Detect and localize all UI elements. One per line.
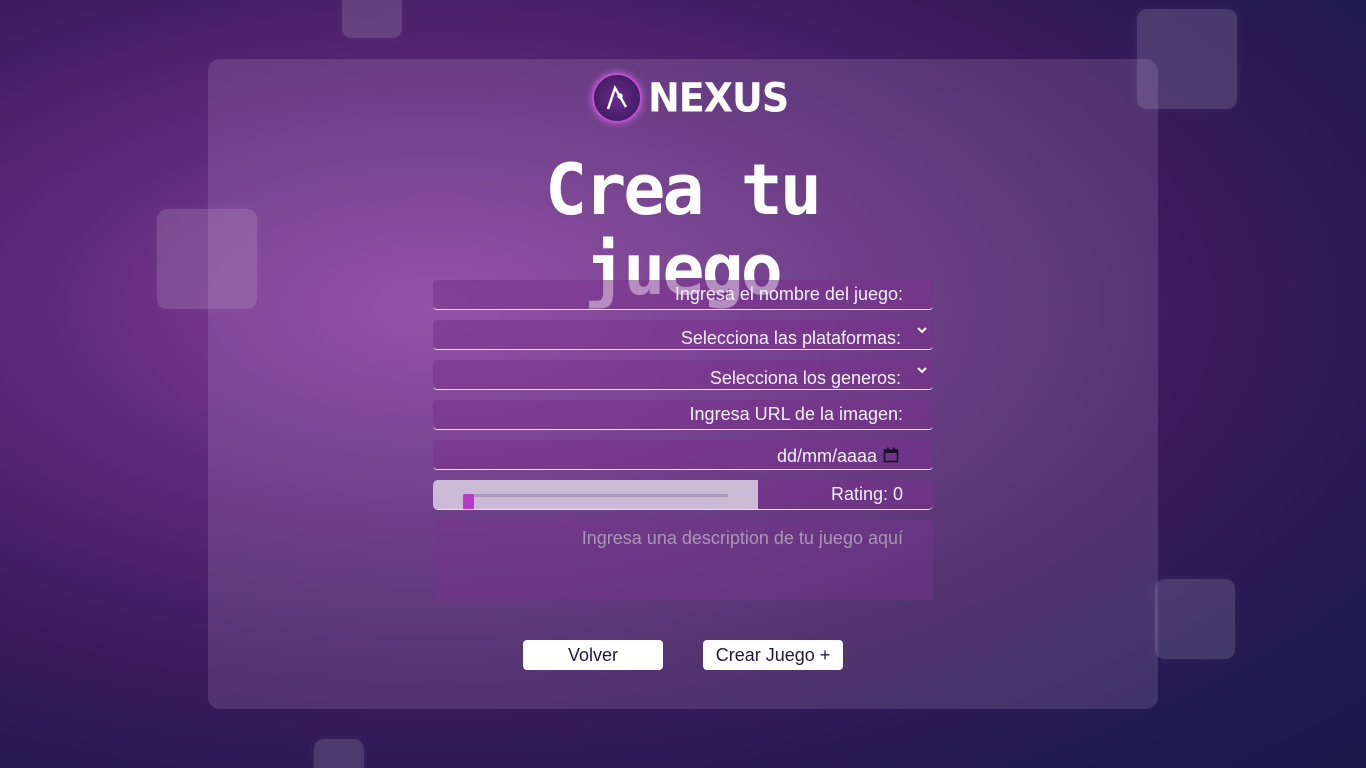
brand-logo: NEXUS: [592, 72, 789, 124]
genres-select[interactable]: Selecciona los generos:: [433, 360, 933, 390]
brand-name: NEXUS: [648, 74, 789, 122]
date-placeholder: dd/mm/aaaa: [776, 446, 877, 466]
description-placeholder: Ingresa una description de tu juego aquí: [581, 528, 903, 548]
genres-label: Selecciona los generos:: [709, 368, 901, 388]
description-textarea[interactable]: Ingresa una description de tu juego aquí: [433, 520, 933, 600]
game-name-input[interactable]: Ingresa el nombre del juego:: [433, 280, 933, 310]
release-date-input[interactable]: dd/mm/aaaa: [433, 440, 933, 470]
back-button-label: Volver: [567, 644, 619, 665]
nexus-logo-icon: [592, 73, 642, 123]
rating-slider-track: [463, 494, 728, 497]
chevron-down-icon: [917, 324, 927, 338]
platforms-label: Selecciona las plataformas:: [680, 328, 901, 348]
rating-slider[interactable]: [433, 480, 758, 509]
chevron-down-icon: [917, 364, 927, 378]
calendar-icon[interactable]: [883, 447, 899, 463]
back-button[interactable]: Volver: [523, 640, 663, 670]
platforms-select[interactable]: Selecciona las plataformas:: [433, 320, 933, 350]
decor-square: [314, 739, 364, 768]
decor-square: [342, 0, 402, 38]
create-game-button-label: Crear Juego +: [715, 644, 831, 665]
rating-control: Rating: 0: [433, 480, 933, 510]
rating-label: Rating: 0: [830, 484, 903, 504]
rating-slider-thumb[interactable]: [463, 494, 474, 509]
decor-square: [1155, 579, 1235, 659]
image-url-placeholder: Ingresa URL de la imagen:: [689, 404, 903, 424]
image-url-input[interactable]: Ingresa URL de la imagen:: [433, 400, 933, 430]
create-game-button[interactable]: Crear Juego +: [703, 640, 843, 670]
game-name-placeholder: Ingresa el nombre del juego:: [674, 284, 903, 304]
